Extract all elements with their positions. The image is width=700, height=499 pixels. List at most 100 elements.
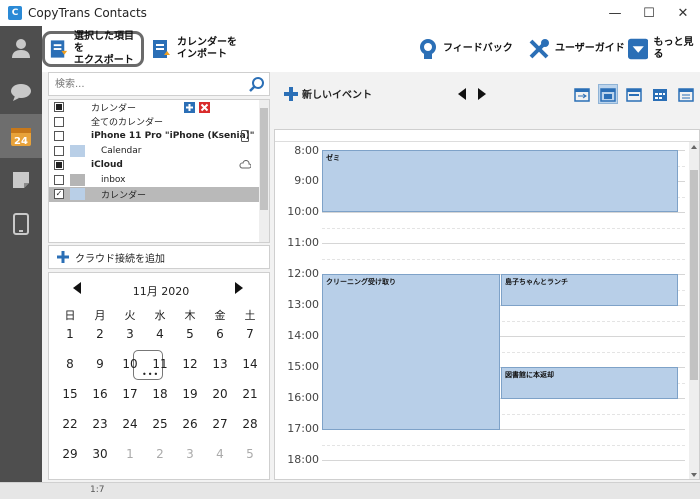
calendar-list-item[interactable]: inbox: [49, 173, 269, 188]
prev-month-button[interactable]: [73, 282, 81, 294]
status-zoom: 1:7: [90, 485, 105, 495]
user-guide-button[interactable]: ユーザーガイド: [528, 31, 625, 67]
week-row: 1 2 3 4 5 6 7: [55, 327, 265, 341]
day-cell-next-month[interactable]: 1: [115, 447, 145, 461]
view-month-button[interactable]: [650, 84, 670, 104]
day-cell[interactable]: 25: [145, 417, 175, 431]
calendar-label: 全てのカレンダー: [91, 118, 164, 129]
hour-label: 18:00: [287, 453, 319, 466]
day-cell[interactable]: 20: [205, 387, 235, 401]
delete-icon[interactable]: [199, 102, 210, 113]
calendar-event[interactable]: 図書館に本返却: [501, 367, 678, 399]
calendar-checkbox[interactable]: [54, 102, 64, 113]
feedback-button[interactable]: フィードバック: [418, 31, 513, 67]
nav-devices[interactable]: [0, 202, 42, 246]
search-icon[interactable]: [249, 76, 265, 92]
import-calendar-button[interactable]: カレンダーを インポート: [150, 31, 237, 67]
day-cell[interactable]: 26: [175, 417, 205, 431]
day-cell[interactable]: 27: [205, 417, 235, 431]
more-button[interactable]: もっと見る: [628, 31, 700, 67]
prev-period-button[interactable]: [458, 88, 466, 100]
calendar-list-item[interactable]: iPhone 11 Pro "iPhone (Ksenia)": [49, 129, 269, 144]
day-view-scrollbar[interactable]: [689, 142, 699, 479]
day-cell-today[interactable]: 9: [85, 357, 115, 371]
day-cell[interactable]: 14: [235, 357, 265, 371]
day-cell[interactable]: 28: [235, 417, 265, 431]
view-day-button[interactable]: [598, 84, 618, 104]
view-today-button[interactable]: [572, 84, 592, 104]
add-icon[interactable]: [184, 102, 195, 113]
export-selected-button[interactable]: 選択した項目を エクスポート: [42, 31, 144, 67]
calendar-checkbox[interactable]: [54, 174, 64, 185]
nav-contacts[interactable]: [0, 26, 42, 70]
day-cell[interactable]: 23: [85, 417, 115, 431]
import-icon: [153, 40, 170, 58]
scroll-down-arrow-icon[interactable]: [691, 473, 697, 477]
weekday-label: 水: [154, 309, 166, 322]
day-view-header: [275, 130, 699, 142]
day-cell[interactable]: 8: [55, 357, 85, 371]
half-hour-line: [322, 228, 685, 229]
day-cell[interactable]: 1: [55, 327, 85, 341]
scrollbar-thumb[interactable]: [260, 108, 268, 210]
weekday-label: 月: [94, 309, 106, 322]
view-list-button[interactable]: [676, 84, 696, 104]
calendar-list-scrollbar[interactable]: [259, 100, 269, 242]
calendar-checkbox[interactable]: ✓: [54, 189, 64, 200]
day-cell[interactable]: 3: [115, 327, 145, 341]
day-cell[interactable]: 21: [235, 387, 265, 401]
new-event-button[interactable]: 新しいイベント: [284, 86, 372, 101]
close-button[interactable]: ✕: [666, 0, 700, 26]
day-cell-next-month[interactable]: 2: [145, 447, 175, 461]
nav-notes[interactable]: [0, 158, 42, 202]
phone-icon: [13, 213, 29, 235]
calendar-checkbox[interactable]: [54, 131, 64, 142]
add-cloud-connection-button[interactable]: クラウド接続を追加: [48, 245, 270, 269]
day-cell[interactable]: 18: [145, 387, 175, 401]
day-cell[interactable]: 4: [145, 327, 175, 341]
scroll-up-arrow-icon[interactable]: [691, 145, 697, 149]
calendar-checkbox[interactable]: [54, 160, 64, 171]
calendar-checkbox[interactable]: [54, 145, 64, 156]
search-input[interactable]: [55, 74, 245, 94]
view-week-button[interactable]: [624, 84, 644, 104]
hour-label: 13:00: [287, 298, 319, 311]
next-month-button[interactable]: [235, 282, 243, 294]
day-cell-next-month[interactable]: 5: [235, 447, 265, 461]
calendar-event[interactable]: クリーニング受け取り: [322, 274, 500, 430]
maximize-button[interactable]: ☐: [632, 0, 666, 26]
scrollbar-thumb[interactable]: [690, 170, 698, 380]
day-cell[interactable]: 11: [145, 357, 175, 371]
day-cell[interactable]: 13: [205, 357, 235, 371]
day-cell[interactable]: 30: [85, 447, 115, 461]
day-cell[interactable]: 24: [115, 417, 145, 431]
day-cell[interactable]: 5: [175, 327, 205, 341]
day-cell-next-month[interactable]: 4: [205, 447, 235, 461]
day-cell[interactable]: 17: [115, 387, 145, 401]
day-cell[interactable]: 7: [235, 327, 265, 341]
minimize-button[interactable]: —: [598, 0, 632, 26]
calendar-list-item-selected[interactable]: ✓ カレンダー: [49, 187, 269, 202]
calendar-color-swatch: [70, 173, 85, 186]
day-cell[interactable]: 15: [55, 387, 85, 401]
day-cell[interactable]: 19: [175, 387, 205, 401]
day-cell-next-month[interactable]: 3: [175, 447, 205, 461]
calendar-list-item[interactable]: Calendar: [49, 144, 269, 159]
nav-messages[interactable]: [0, 70, 42, 114]
day-cell[interactable]: 2: [85, 327, 115, 341]
day-cell[interactable]: 12: [175, 357, 205, 371]
calendar-event[interactable]: 島子ちゃんとランチ: [501, 274, 678, 306]
day-cell[interactable]: 29: [55, 447, 85, 461]
day-view[interactable]: 8:00 9:00 10:00 11:00 12:00 13:00 14:00 …: [274, 129, 700, 480]
calendar-list-item[interactable]: iCloud: [49, 158, 269, 173]
calendar-checkbox[interactable]: [54, 116, 64, 127]
calendar-list-item[interactable]: 全てのカレンダー: [49, 115, 269, 130]
day-cell[interactable]: 16: [85, 387, 115, 401]
app-window: C CopyTrans Contacts — ☐ ✕ 24 選択した項目を エクス…: [0, 0, 700, 499]
next-period-button[interactable]: [478, 88, 486, 100]
nav-calendar[interactable]: 24: [0, 114, 42, 158]
calendar-event[interactable]: ゼミ: [322, 150, 678, 212]
day-cell[interactable]: 6: [205, 327, 235, 341]
day-cell[interactable]: 10: [115, 357, 145, 371]
day-cell[interactable]: 22: [55, 417, 85, 431]
